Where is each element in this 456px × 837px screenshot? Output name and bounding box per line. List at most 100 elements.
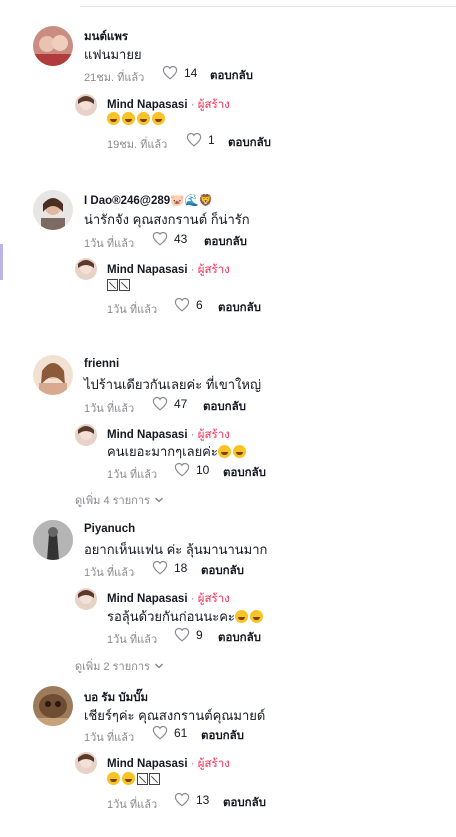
unsupported-glyph-icon bbox=[137, 773, 148, 785]
like-count: 47 bbox=[174, 396, 188, 411]
avatar[interactable] bbox=[33, 190, 73, 230]
heart-icon bbox=[186, 132, 202, 147]
comment-text: อยากเห็นแฟน ค่ะ ลุ้นมานานมาก bbox=[84, 542, 268, 557]
reply-time: 1วัน ที่แล้ว bbox=[107, 304, 158, 316]
comment-author[interactable]: Piyanuch bbox=[84, 523, 135, 535]
comment-text: น่ารักจัง คุณสงกรานต์ ก็น่ารัก bbox=[84, 212, 250, 227]
laughing-emoji-icon bbox=[122, 112, 135, 125]
comment-time: 1วัน ที่แล้ว bbox=[84, 403, 135, 415]
heart-icon bbox=[152, 725, 168, 740]
unsupported-glyph-icon bbox=[149, 773, 160, 785]
reply-text bbox=[107, 771, 161, 786]
unsupported-glyph-icon bbox=[107, 279, 118, 291]
avatar[interactable] bbox=[33, 26, 73, 66]
like-button[interactable]: 9 bbox=[174, 627, 203, 642]
heart-icon bbox=[152, 396, 168, 411]
avatar[interactable] bbox=[75, 424, 97, 446]
unsupported-glyph-icon bbox=[119, 279, 130, 291]
laughing-emoji-icon bbox=[152, 112, 165, 125]
like-count: 43 bbox=[174, 231, 188, 246]
reply-button[interactable]: ตอบกลับ bbox=[223, 794, 266, 812]
avatar[interactable] bbox=[75, 588, 97, 610]
reply-time: 1วัน ที่แล้ว bbox=[107, 634, 158, 646]
comment-time: 1วัน ที่แล้ว bbox=[84, 567, 135, 579]
grinning-emoji-icon bbox=[217, 445, 231, 458]
like-button[interactable]: 1 bbox=[186, 132, 215, 147]
reply-button[interactable]: ตอบกลับ bbox=[223, 464, 266, 482]
like-button[interactable]: 61 bbox=[152, 725, 187, 740]
comment-time: 1วัน ที่แล้ว bbox=[84, 238, 135, 250]
comment-time: 1วัน ที่แล้ว bbox=[84, 732, 135, 744]
like-count: 1 bbox=[208, 132, 215, 147]
like-button[interactable]: 13 bbox=[174, 792, 209, 807]
reply-button[interactable]: ตอบกลับ bbox=[218, 629, 261, 647]
grinning-emoji-icon bbox=[232, 445, 246, 458]
avatar[interactable] bbox=[75, 752, 97, 774]
grinning-emoji-icon bbox=[249, 610, 263, 623]
grinning-emoji-icon bbox=[107, 772, 120, 785]
view-more-label: ดูเพิ่ม 4 รายการ bbox=[75, 495, 150, 507]
heart-icon bbox=[174, 792, 190, 807]
like-count: 10 bbox=[196, 462, 210, 477]
reply-button[interactable]: ตอบกลับ bbox=[210, 67, 253, 85]
creator-badge: ผู้สร้าง bbox=[197, 99, 230, 111]
laughing-emoji-icon bbox=[107, 112, 120, 125]
like-button[interactable]: 18 bbox=[152, 560, 187, 575]
reply-time: 1วัน ที่แล้ว bbox=[107, 469, 158, 481]
divider bbox=[80, 6, 456, 7]
like-count: 13 bbox=[196, 792, 210, 807]
like-count: 18 bbox=[174, 560, 188, 575]
like-count: 61 bbox=[174, 725, 188, 740]
like-button[interactable]: 10 bbox=[174, 462, 209, 477]
like-count: 14 bbox=[184, 65, 198, 80]
avatar[interactable] bbox=[75, 94, 97, 116]
heart-icon bbox=[152, 231, 168, 246]
like-button[interactable]: 47 bbox=[152, 396, 187, 411]
reply-text: รอลุ้นด้วยกันก่อนนะคะ bbox=[107, 606, 265, 627]
heart-icon bbox=[174, 627, 190, 642]
reply-button[interactable]: ตอบกลับ bbox=[203, 398, 246, 416]
view-more-label: ดูเพิ่ม 2 รายการ bbox=[75, 661, 150, 673]
reply-button[interactable]: ตอบกลับ bbox=[201, 727, 244, 745]
view-more-replies-button[interactable]: ดูเพิ่ม 2 รายการ bbox=[75, 657, 164, 675]
chevron-down-icon bbox=[154, 663, 163, 669]
view-more-replies-button[interactable]: ดูเพิ่ม 4 รายการ bbox=[75, 491, 164, 509]
like-button[interactable]: 14 bbox=[162, 65, 197, 80]
comment-text: แฟนมายย bbox=[84, 47, 142, 62]
reply-button[interactable]: ตอบกลับ bbox=[218, 299, 261, 317]
avatar[interactable] bbox=[33, 686, 73, 726]
creator-badge: ผู้สร้าง bbox=[197, 593, 230, 605]
grinning-emoji-icon bbox=[234, 610, 248, 623]
like-button[interactable]: 43 bbox=[152, 231, 187, 246]
heart-icon bbox=[162, 65, 178, 80]
avatar[interactable] bbox=[33, 355, 73, 395]
laughing-emoji-icon bbox=[137, 112, 150, 125]
reply-button[interactable]: ตอบกลับ bbox=[204, 233, 247, 251]
creator-badge: ผู้สร้าง bbox=[197, 429, 230, 441]
creator-badge: ผู้สร้าง bbox=[197, 264, 230, 276]
creator-badge: ผู้สร้าง bbox=[197, 758, 230, 770]
like-count: 6 bbox=[196, 297, 203, 312]
reply-text: คนเยอะมากๆเลยค่ะ bbox=[107, 441, 248, 462]
comment-time: 21ชม. ที่แล้ว bbox=[84, 72, 145, 84]
like-count: 9 bbox=[196, 627, 203, 642]
like-button[interactable]: 6 bbox=[174, 297, 203, 312]
comment-author[interactable]: I Dao®246@289🐷🌊🦁 bbox=[84, 193, 213, 207]
comment-text: ไปร้านเดียวกันเลยค่ะ ที่เขาใหญ่ bbox=[84, 377, 262, 392]
reply-button[interactable]: ตอบกลับ bbox=[228, 134, 271, 152]
heart-icon bbox=[174, 297, 190, 312]
comment-author[interactable]: frienni bbox=[84, 358, 119, 370]
reply-text bbox=[107, 277, 131, 292]
chevron-down-icon bbox=[154, 497, 163, 503]
comment-text: เชียร์ๆค่ะ คุณสงกรานต์คุณมายด์ bbox=[84, 708, 266, 723]
heart-icon bbox=[152, 560, 168, 575]
scroll-indicator[interactable] bbox=[0, 244, 3, 280]
heart-icon bbox=[174, 462, 190, 477]
reply-text bbox=[107, 111, 167, 126]
reply-time: 1วัน ที่แล้ว bbox=[107, 799, 158, 811]
avatar[interactable] bbox=[33, 520, 73, 560]
reply-button[interactable]: ตอบกลับ bbox=[201, 562, 244, 580]
reply-time: 19ชม. ที่แล้ว bbox=[107, 139, 168, 151]
grinning-emoji-icon bbox=[122, 772, 135, 785]
avatar[interactable] bbox=[75, 258, 97, 280]
